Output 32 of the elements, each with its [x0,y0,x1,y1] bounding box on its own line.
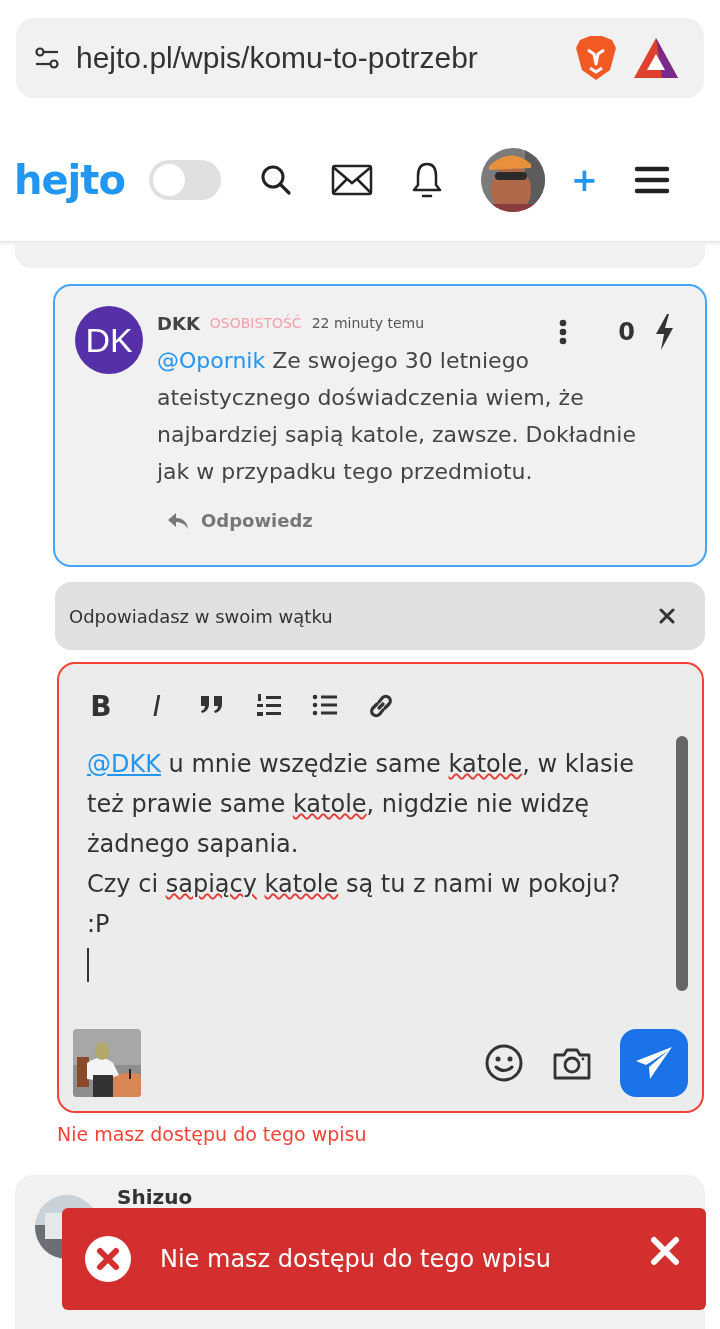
bold-button[interactable]: B [87,689,115,723]
bell-icon[interactable] [410,160,443,199]
paper-plane-icon [634,1045,674,1081]
vote-count: 0 [618,318,635,346]
envelope-icon[interactable] [330,163,373,196]
reply-context-text: Odpowiadasz w swoim wątku [69,605,333,627]
url-text: hejto.pl/wpis/komu-to-potrzebr [76,41,479,75]
lightning-icon[interactable] [653,314,675,350]
text-input-field[interactable]: @DKK u mnie wszędzie same katole, w klasie też prawie same katole, nigdzie nie widzę żadnego sapania. Czy ci sapiący katole są tu z nami w pokoju? :P [73,744,676,1029]
scrollbar[interactable] [676,736,688,991]
reply-arrow-icon [167,511,189,530]
send-button[interactable] [620,1029,688,1097]
link-icon[interactable] [367,692,395,720]
menu-icon[interactable] [633,164,670,195]
error-message: Nie masz dostępu do tego wpisu [57,1123,368,1147]
more-icon[interactable] [558,319,569,345]
toast-message: Nie masz dostępu do tego wpisu [160,1245,553,1273]
lion-shield-icon[interactable] [574,34,618,82]
address-bar[interactable]: hejto.pl/wpis/komu-to-potrzebr [16,18,704,98]
rank-label: OSOBISTOŚĆ [209,315,302,331]
italic-button[interactable]: I [143,689,171,723]
avatar: DK [75,306,143,374]
author-name[interactable]: Shizuo [117,1185,193,1209]
reply-link[interactable]: Odpowiedz [167,510,313,531]
comment-text: @Opornik Ze swojego 30 letniego ateistycznego doświadczenia wiem, że najbardziej sapią katole, zawsze. Dokładnie jak w przypadku tego przedmiotu. [157,347,637,486]
author-name[interactable]: DKK [157,312,200,334]
timestamp: 22 minuty temu [311,315,424,331]
triangle-logo-icon[interactable] [632,36,680,80]
close-icon[interactable] [659,608,675,624]
emoji-icon[interactable] [484,1043,524,1083]
error-icon [84,1235,132,1283]
theme-toggle[interactable] [148,159,221,200]
